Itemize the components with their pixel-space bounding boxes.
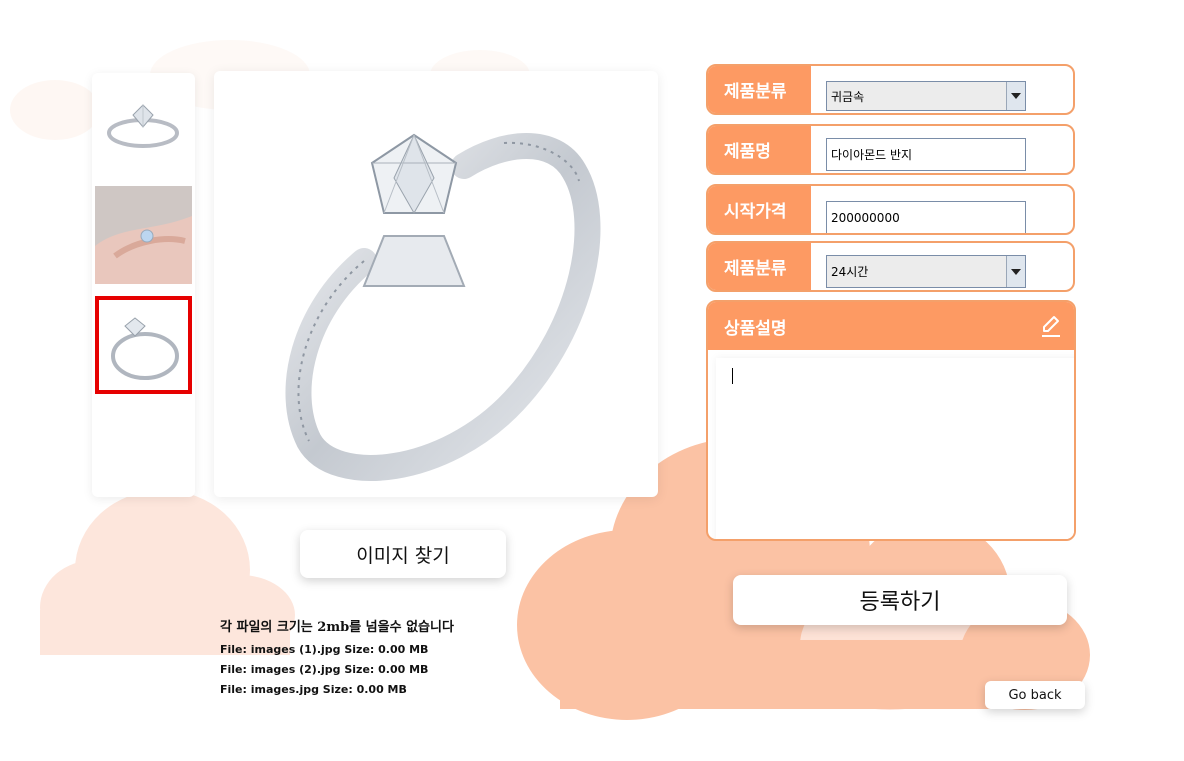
product-name-value: 다이아몬드 반지 xyxy=(831,148,913,162)
find-image-button[interactable]: 이미지 찾기 xyxy=(300,530,506,578)
thumbnail-hand-ring[interactable] xyxy=(95,186,192,284)
start-price-row: 시작가격 200000000 xyxy=(706,184,1075,235)
register-button[interactable]: 등록하기 xyxy=(733,575,1067,625)
category-select[interactable]: 귀금속 xyxy=(826,81,1026,111)
file-info-1: File: images (1).jpg Size: 0.00 MB xyxy=(220,643,429,656)
thumbnail-ring-2-selected[interactable] xyxy=(95,296,192,394)
duration-value: 24시간 xyxy=(831,265,869,279)
product-name-input[interactable]: 다이아몬드 반지 xyxy=(826,138,1026,171)
thumbnail-list xyxy=(92,73,195,497)
thumbnail-ring-1[interactable] xyxy=(95,75,192,173)
description-header: 상품설명 xyxy=(708,302,1074,350)
category-row: 제품분류 귀금속 xyxy=(706,64,1075,115)
category-label: 제품분류 xyxy=(708,66,811,113)
file-size-notice: 각 파일의 크기는 2mb를 넘을수 없습니다 xyxy=(220,620,454,635)
description-panel: 상품설명 xyxy=(706,300,1076,541)
start-price-label: 시작가격 xyxy=(708,186,811,233)
file-info-3: File: images.jpg Size: 0.00 MB xyxy=(220,683,407,696)
go-back-button[interactable]: Go back xyxy=(985,681,1085,709)
category-value: 귀금속 xyxy=(831,89,865,104)
start-price-value: 200000000 xyxy=(831,210,900,225)
product-name-row: 제품명 다이아몬드 반지 xyxy=(706,124,1075,175)
product-name-label: 제품명 xyxy=(708,126,811,173)
triangle-down-icon[interactable] xyxy=(1006,256,1025,287)
main-product-image xyxy=(214,71,658,497)
text-cursor xyxy=(732,368,733,384)
description-textarea[interactable] xyxy=(716,358,1074,539)
triangle-down-icon[interactable] xyxy=(1006,82,1025,110)
file-info-2: File: images (2).jpg Size: 0.00 MB xyxy=(220,663,429,676)
description-label: 상품설명 xyxy=(724,318,787,339)
start-price-input[interactable]: 200000000 xyxy=(826,201,1026,233)
duration-label: 제품분류 xyxy=(708,243,811,290)
pencil-icon[interactable] xyxy=(1040,314,1062,343)
duration-select[interactable]: 24시간 xyxy=(826,255,1026,288)
duration-row: 제품분류 24시간 xyxy=(706,241,1075,292)
